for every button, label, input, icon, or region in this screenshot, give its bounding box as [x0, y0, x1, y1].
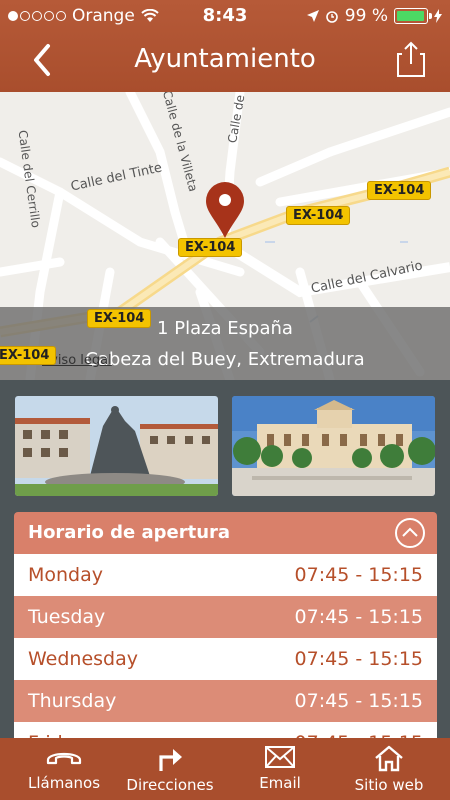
day-label: Wednesday: [28, 648, 139, 670]
day-label: Thursday: [28, 690, 117, 712]
time-range: 07:45 - 15:15: [294, 648, 423, 670]
page-title: Ayuntamiento: [134, 44, 316, 74]
battery-percent: 99 %: [344, 6, 388, 26]
day-label: Tuesday: [28, 606, 106, 628]
hours-row: Wednesday 07:45 - 15:15: [14, 638, 437, 680]
road-badge: EX-104: [0, 346, 57, 365]
website-tab-label: Sitio web: [354, 776, 424, 794]
hours-row: Tuesday 07:45 - 15:15: [14, 596, 437, 638]
opening-hours-title: Horario de apertura: [28, 522, 231, 543]
opening-hours-header[interactable]: Horario de apertura: [14, 512, 437, 554]
alarm-icon: [325, 11, 338, 23]
location-arrow-icon: [306, 10, 319, 22]
time-range: 07:45 - 15:15: [294, 690, 423, 712]
home-icon: [375, 745, 403, 772]
road-badge: EX-104: [87, 309, 152, 328]
photo-town-hall[interactable]: [232, 396, 435, 496]
directions-arrow-icon: [159, 749, 182, 771]
charging-icon: [434, 9, 442, 23]
directions-tab[interactable]: Direcciones: [120, 738, 220, 800]
collapse-chevron-icon[interactable]: [395, 518, 425, 548]
road-badge: EX-104: [178, 238, 243, 257]
bottom-tab-bar: Llámanos Direcciones Email Sitio web: [0, 738, 450, 800]
website-tab[interactable]: Sitio web: [346, 738, 432, 800]
time-range: 07:45 - 15:15: [294, 564, 423, 586]
map-pin-icon[interactable]: [204, 180, 246, 240]
app-header: Orange 8:43 99 % Ayuntamiento: [0, 0, 450, 92]
share-button[interactable]: [396, 40, 426, 78]
time-range: 07:45 - 15:15: [294, 606, 423, 628]
directions-tab-label: Direcciones: [126, 776, 214, 794]
photo-fountain[interactable]: [15, 396, 218, 496]
hours-row: Thursday 07:45 - 15:15: [14, 680, 437, 722]
call-tab-label: Llámanos: [27, 774, 101, 792]
opening-hours-panel: Horario de apertura Monday 07:45 - 15:15 …: [14, 512, 437, 742]
road-badge: EX-104: [367, 181, 432, 200]
email-tab-label: Email: [259, 774, 301, 792]
hours-row: Monday 07:45 - 15:15: [14, 554, 437, 596]
day-label: Monday: [28, 564, 104, 586]
email-icon: [265, 746, 295, 768]
address-overlay: 1 Plaza España Cabeza del Buey, Extremad…: [0, 307, 450, 380]
road-badge: EX-104: [286, 206, 351, 225]
status-bar: Orange 8:43 99 %: [0, 0, 450, 32]
battery-icon: [394, 8, 432, 24]
email-tab[interactable]: Email: [240, 738, 320, 800]
phone-icon: [46, 752, 82, 765]
address-line-1: 1 Plaza España: [157, 318, 293, 339]
call-tab[interactable]: Llámanos: [18, 738, 110, 800]
